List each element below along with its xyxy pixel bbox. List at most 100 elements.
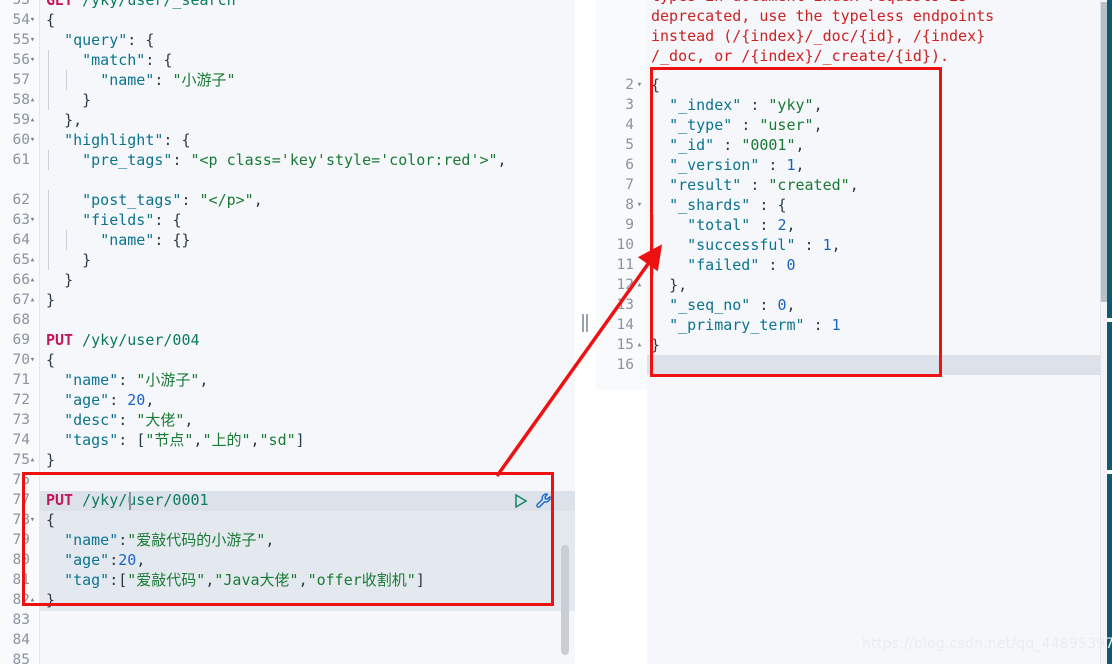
pane-splitter-handle[interactable] (580, 314, 590, 332)
code-line[interactable]: 83 (0, 610, 575, 630)
code-text: GET /yky/user/_search (46, 0, 236, 9)
request-action-icons[interactable] (510, 491, 558, 511)
wrench-icon[interactable] (534, 491, 554, 511)
fold-toggle-icon[interactable]: ▾ (634, 195, 645, 215)
code-line[interactable]: 4 "_type" : "user", (596, 115, 1112, 135)
text-caret-left (129, 492, 131, 510)
fold-toggle-icon[interactable]: ▴ (27, 590, 38, 610)
code-line[interactable]: 70 ▾ { (0, 350, 575, 370)
code-line[interactable]: 80 "age":20, (0, 550, 575, 570)
fold-toggle-icon[interactable]: ▾ (27, 50, 38, 70)
code-line[interactable]: 7 "result" : "created", (596, 175, 1112, 195)
code-line[interactable]: 64 "name": {} (0, 230, 575, 250)
fold-toggle-icon[interactable]: ▾ (27, 30, 38, 50)
code-line[interactable]: 9 "total" : 2, (596, 215, 1112, 235)
code-line[interactable]: 81 "tag":["爱敲代码","Java大佬","offer收割机"] (0, 570, 575, 590)
line-number: 80 (12, 552, 30, 568)
run-request-icon[interactable] (510, 491, 530, 511)
code-line[interactable]: 11 "failed" : 0 (596, 255, 1112, 275)
fold-toggle-icon[interactable]: ▾ (27, 350, 38, 370)
code-line[interactable]: 13 "_seq_no" : 0, (596, 295, 1112, 315)
code-text: "age":20, (64, 551, 146, 569)
code-line[interactable]: 60 ▾ "highlight": { (0, 130, 575, 150)
code-line[interactable]: 57 "name": "小游子" (0, 70, 575, 90)
console-screen: 53 GET /yky/user/_search 54 ▾{55 ▾ "query": … (0, 0, 1112, 664)
line-number: 77 (12, 492, 30, 508)
code-line[interactable]: 16 (596, 355, 1112, 375)
code-line[interactable]: 73 "desc": "大佬", (0, 410, 575, 430)
fold-toggle-icon[interactable]: ▴ (634, 275, 645, 295)
fold-toggle-icon[interactable]: ▴ (27, 450, 38, 470)
line-number: 70 (12, 352, 30, 368)
fold-toggle-icon[interactable]: ▾ (27, 510, 38, 530)
code-line[interactable]: 59 ▴ }, (0, 110, 575, 130)
code-line[interactable]: 75 ▴} (0, 450, 575, 470)
code-line[interactable] (0, 170, 575, 190)
code-line[interactable]: 58 ▴ } (0, 90, 575, 110)
code-line[interactable]: 14 "_primary_term" : 1 (596, 315, 1112, 335)
code-line[interactable]: 10 "successful" : 1, (596, 235, 1112, 255)
code-line[interactable]: 54 ▾ { (0, 10, 575, 30)
code-line[interactable]: 78 ▾ { (0, 510, 575, 530)
fold-toggle-icon[interactable]: ▴ (27, 250, 38, 270)
fold-toggle-icon[interactable]: ▴ (27, 110, 38, 130)
code-line[interactable]: 55 ▾ "query": { (0, 30, 575, 50)
fold-toggle-icon[interactable]: ▴ (27, 270, 38, 290)
line-number: 6 (625, 157, 634, 173)
code-line[interactable]: 71 "name": "小游子", (0, 370, 575, 390)
fold-toggle-icon[interactable]: ▾ (27, 130, 38, 150)
request-editor-pane[interactable]: 53 GET /yky/user/_search 54 ▾{55 ▾ "query": … (0, 0, 575, 664)
code-line[interactable]: 68 (0, 310, 575, 330)
code-text: "_primary_term" : 1 (669, 316, 841, 334)
code-text: "name": {} (100, 231, 191, 249)
code-line[interactable]: 79 "name":"爱敲代码的小游子", (0, 530, 575, 550)
code-line[interactable]: 56 ▾ "match": { (0, 50, 575, 70)
code-line[interactable]: 2 ▾ { (596, 75, 1112, 95)
splitter-bar-1 (582, 314, 584, 332)
code-line[interactable]: 67 ▴} (0, 290, 575, 310)
fold-toggle-icon[interactable]: ▾ (634, 75, 645, 95)
line-number: 75 (12, 452, 30, 468)
fold-toggle-icon[interactable]: ▾ (27, 210, 38, 230)
line-number: 11 (616, 257, 634, 273)
fold-toggle-icon[interactable]: ▴ (634, 335, 645, 355)
code-line[interactable]: 53 GET /yky/user/_search (0, 0, 575, 10)
code-line[interactable]: 65 ▴ } (0, 250, 575, 270)
line-number: 55 (12, 32, 30, 48)
code-line[interactable]: 5 "_id" : "0001", (596, 135, 1112, 155)
code-line[interactable]: 62 "post_tags": "</p>", (0, 190, 575, 210)
code-line[interactable]: 85 (0, 650, 575, 664)
line-number: 66 (12, 272, 30, 288)
code-line[interactable]: 66 ▴ } (0, 270, 575, 290)
line-number: 14 (616, 317, 634, 333)
code-line[interactable]: 84 (0, 630, 575, 650)
code-line[interactable]: 77 PUT /yky/user/0001 (0, 490, 575, 510)
fold-toggle-icon[interactable]: ▴ (27, 90, 38, 110)
code-line[interactable]: 61 "pre_tags": "<p class='key'style='col… (0, 150, 575, 170)
code-text: "post_tags": "</p>", (82, 191, 263, 209)
line-number: 53 (12, 0, 30, 8)
code-text: "_shards" : { (669, 196, 787, 214)
line-number: 9 (625, 217, 634, 233)
code-line[interactable]: 72 "age": 20, (0, 390, 575, 410)
code-text: "_index" : "yky", (669, 96, 823, 114)
code-line[interactable]: 69 PUT /yky/user/004 (0, 330, 575, 350)
line-number: 74 (12, 432, 30, 448)
code-line[interactable]: 15 ▴} (596, 335, 1112, 355)
code-line[interactable]: 74 "tags": ["节点","上的","sd"] (0, 430, 575, 450)
left-vertical-scrollbar[interactable] (561, 545, 569, 655)
code-line[interactable]: 12 ▴ }, (596, 275, 1112, 295)
code-text: "successful" : 1, (687, 236, 841, 254)
code-text: "desc": "大佬", (64, 411, 194, 429)
code-line[interactable]: 63 ▾ "fields": { (0, 210, 575, 230)
code-line[interactable]: 3 "_index" : "yky", (596, 95, 1112, 115)
response-viewer-pane[interactable]: types in document index requests isdepre… (596, 0, 1112, 664)
code-line[interactable]: 8 ▾ "_shards" : { (596, 195, 1112, 215)
fold-toggle-icon[interactable]: ▾ (27, 10, 38, 30)
code-line[interactable]: 82 ▴} (0, 590, 575, 610)
code-line[interactable]: 76 (0, 470, 575, 490)
code-text: "tag":["爱敲代码","Java大佬","offer收割机"] (64, 571, 425, 589)
line-number: 72 (12, 392, 30, 408)
fold-toggle-icon[interactable]: ▴ (27, 290, 38, 310)
code-line[interactable]: 6 "_version" : 1, (596, 155, 1112, 175)
